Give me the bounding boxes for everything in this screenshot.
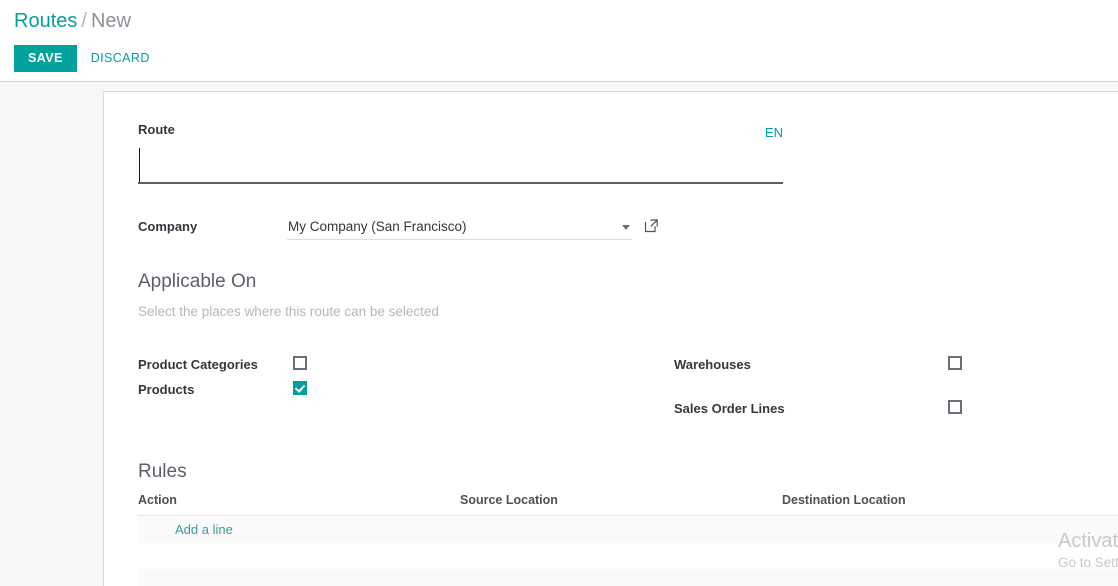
option-products-label: Products xyxy=(138,382,195,397)
route-field-group: Route EN xyxy=(138,122,783,184)
applicable-on-subtitle: Select the places where this route can b… xyxy=(138,304,439,319)
breadcrumb: Routes / New xyxy=(14,8,131,34)
add-a-line-button[interactable]: Add a line xyxy=(138,521,233,538)
company-label: Company xyxy=(138,219,198,234)
route-label: Route xyxy=(138,122,175,137)
rules-table: Action Source Location Destination Locat… xyxy=(138,492,1118,543)
applicable-options-left: Product Categories Products xyxy=(138,355,478,405)
route-input[interactable] xyxy=(138,142,718,182)
option-sales-order-lines-label: Sales Order Lines xyxy=(674,401,785,416)
rules-title: Rules xyxy=(138,461,187,482)
discard-button[interactable]: DISCARD xyxy=(77,45,160,72)
option-warehouses-label: Warehouses xyxy=(674,357,751,372)
option-sales-order-lines[interactable]: Sales Order Lines xyxy=(674,399,1014,424)
option-warehouses[interactable]: Warehouses xyxy=(674,355,1014,399)
option-product-categories-label: Product Categories xyxy=(138,357,258,372)
table-row-add-line[interactable]: Add a line xyxy=(138,516,1118,543)
form-sheet: Route EN Company My Company (San Francis… xyxy=(103,91,1118,586)
checkbox-products[interactable] xyxy=(293,381,307,395)
breadcrumb-separator: / xyxy=(81,10,87,32)
breadcrumb-item-current: New xyxy=(90,10,131,32)
control-panel-buttons: SAVE DISCARD xyxy=(14,45,160,72)
language-badge-en[interactable]: EN xyxy=(765,125,783,141)
save-button[interactable]: SAVE xyxy=(14,45,77,72)
column-header-source-location[interactable]: Source Location xyxy=(460,492,782,515)
odoo-form-view: Routes / New SAVE DISCARD Route EN Company xyxy=(0,0,1118,586)
company-value: My Company (San Francisco) xyxy=(288,219,467,234)
column-header-destination-location[interactable]: Destination Location xyxy=(782,492,1082,515)
checkbox-sales-order-lines[interactable] xyxy=(948,400,962,414)
checkbox-product-categories[interactable] xyxy=(293,356,307,370)
applicable-options-right: Warehouses Sales Order Lines xyxy=(674,355,1014,424)
rules-table-header: Action Source Location Destination Locat… xyxy=(138,492,1118,516)
applicable-on-title: Applicable On xyxy=(138,271,257,292)
external-link-icon[interactable] xyxy=(644,218,659,233)
bottom-table-strip xyxy=(138,569,1118,586)
route-input-row: EN xyxy=(138,125,783,184)
company-field-group: Company My Company (San Francisco) xyxy=(138,216,783,240)
option-product-categories[interactable]: Product Categories xyxy=(138,355,478,380)
breadcrumb-item-routes[interactable]: Routes xyxy=(14,10,77,32)
column-header-action[interactable]: Action xyxy=(138,492,460,515)
control-panel: Routes / New SAVE DISCARD xyxy=(0,0,1118,82)
company-select[interactable]: My Company (San Francisco) xyxy=(287,216,632,240)
chevron-down-icon[interactable] xyxy=(622,225,630,230)
checkbox-warehouses[interactable] xyxy=(948,356,962,370)
option-products[interactable]: Products xyxy=(138,380,478,405)
